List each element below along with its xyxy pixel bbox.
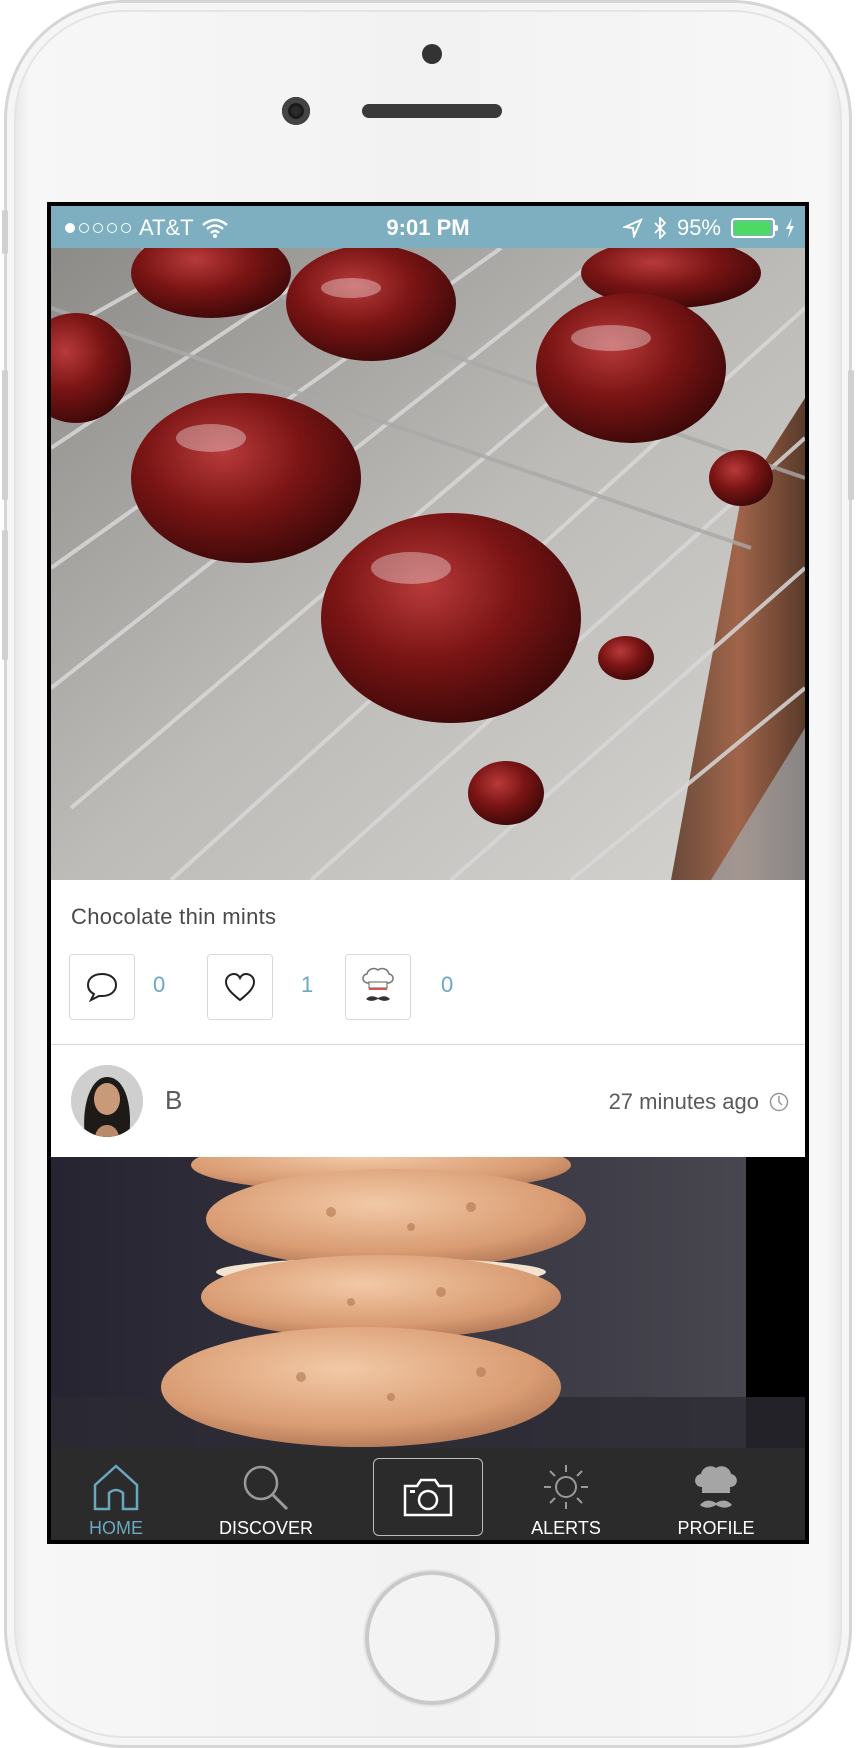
tab-profile[interactable]: PROFILE: [651, 1448, 781, 1540]
avatar[interactable]: [71, 1065, 143, 1137]
camera-button[interactable]: [373, 1458, 483, 1536]
comment-count: 0: [153, 972, 166, 997]
cookies-photo-illustration: [51, 1157, 805, 1448]
post-header: B 27 minutes ago: [51, 1045, 805, 1157]
sun-icon: [544, 1465, 588, 1509]
bluetooth-icon: [654, 217, 667, 239]
time-ago: 27 minutes ago: [608, 1089, 759, 1114]
clock-icon: [769, 1092, 789, 1112]
avatar-image: [71, 1065, 143, 1137]
power-button: [848, 370, 854, 500]
comment-button[interactable]: [69, 954, 135, 1020]
home-icon: [93, 1464, 139, 1511]
volume-down-button: [2, 530, 8, 660]
post-timestamp: 27 minutes ago: [609, 1089, 789, 1115]
comment-icon: [86, 972, 118, 1003]
post-title: Chocolate thin mints: [71, 904, 277, 929]
chef-hat-icon: [695, 1466, 737, 1508]
chef-count: 0: [441, 972, 454, 997]
camera-icon: [403, 1478, 453, 1517]
tab-alerts-label: ALERTS: [531, 1518, 601, 1538]
earpiece-speaker: [362, 104, 502, 118]
home-button[interactable]: [365, 1571, 499, 1705]
location-icon: [622, 218, 643, 238]
battery-icon: [731, 218, 778, 238]
heart-icon: [224, 972, 256, 1002]
mute-switch: [2, 210, 8, 254]
charging-icon: [786, 218, 794, 238]
search-icon: [243, 1465, 289, 1511]
chef-button[interactable]: [345, 954, 411, 1020]
author-name[interactable]: B: [165, 1085, 182, 1116]
status-bar: AT&T 9:01 PM 95%: [51, 206, 805, 248]
post-photo[interactable]: [51, 248, 805, 880]
post-photo-cookies[interactable]: [51, 1157, 805, 1448]
chocolate-photo-illustration: [51, 248, 805, 880]
tab-alerts[interactable]: ALERTS: [501, 1448, 631, 1540]
like-button[interactable]: [207, 954, 273, 1020]
chef-icon: [362, 967, 394, 1001]
tab-bar: HOME DISCOVER ALERTS PROFILE: [51, 1448, 805, 1540]
proximity-sensor: [422, 44, 442, 64]
tab-home[interactable]: HOME: [51, 1448, 181, 1540]
front-camera: [282, 97, 310, 125]
tab-discover[interactable]: DISCOVER: [201, 1448, 331, 1540]
tab-discover-label: DISCOVER: [218, 1518, 314, 1538]
tab-profile-label: PROFILE: [677, 1518, 755, 1538]
post-card: Chocolate thin mints 0 1 0: [51, 880, 805, 1045]
like-count: 1: [301, 972, 314, 997]
volume-up-button: [2, 370, 8, 500]
battery-percent: 95%: [676, 215, 721, 240]
phone-screen: AT&T 9:01 PM 95% Chocolate thin mints 0 …: [47, 202, 809, 1544]
tab-home-label: HOME: [89, 1518, 143, 1538]
